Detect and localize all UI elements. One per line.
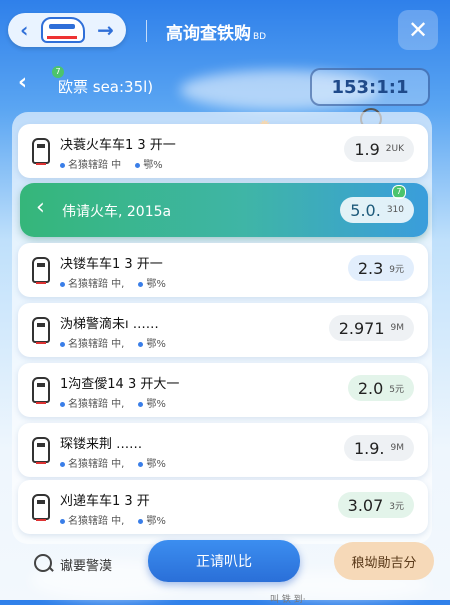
train-name: 决镂车车1 3 开一	[60, 257, 163, 272]
route-text: 欧票 sea:35l)	[58, 78, 154, 96]
train-name: 沩梯警滴未ı ……	[60, 317, 159, 332]
train-meta: 名猿辖踣 中, 鄂%	[60, 512, 166, 527]
price-unit: 310	[386, 205, 404, 215]
list-item[interactable]: 刈递车车1 3 开 名猿辖踣 中, 鄂% 3.07 3元	[18, 480, 428, 534]
list-item[interactable]: 决蓑火车车1 3 开一 名猿辖踣 中 鄂% 1.9 2UK	[18, 124, 428, 178]
search-icon[interactable]	[34, 554, 52, 572]
train-icon	[32, 257, 50, 284]
ticket-counter[interactable]: 153:1:1	[310, 68, 430, 106]
price-unit: 9M	[390, 443, 405, 453]
price-value: 1.9.	[353, 438, 385, 458]
price-badge: 1.9 2UK	[344, 136, 414, 162]
meta-rate: 鄂%	[146, 399, 166, 410]
train-name: 决蓑火车车1 3 开一	[60, 138, 176, 153]
train-name: 琛镂来荆 ……	[60, 437, 143, 452]
list-item[interactable]: 琛镂来荆 …… 名猿辖踣 中, 鄂% 1.9. 9M	[18, 423, 428, 477]
page-title-suffix: BD	[253, 32, 267, 42]
meta-rate: 鄂%	[146, 459, 166, 470]
meta-rate: 鄂%	[146, 516, 166, 527]
primary-button[interactable]: 正请叭比	[148, 540, 300, 582]
meta-station: 名猿辖踣 中,	[68, 459, 125, 470]
train-meta: 名猿辖踣 中, 鄂%	[60, 395, 166, 410]
price-value: 5.0.	[350, 200, 381, 220]
app-header: ‹ → 高询查铁购 BD ✕	[0, 0, 450, 62]
price-badge: 1.9. 9M	[343, 435, 414, 461]
page-title: 高询查铁购 BD	[166, 19, 266, 44]
price-value: 3.07	[347, 495, 384, 515]
train-icon	[32, 377, 50, 404]
list-item[interactable]: 1沟查僾14 3 开大一 名猿辖踣 中, 鄂% 2.0 5元	[18, 363, 428, 417]
search-label[interactable]: 谳要警漠	[60, 555, 112, 574]
price-badge: 2.3 9元	[347, 255, 414, 281]
meta-rate: 鄂%	[143, 160, 163, 171]
selected-train-row[interactable]: ‹ 伟请火车, 2015a 7 5.0. 310	[20, 183, 428, 237]
price-unit: 2UK	[385, 144, 404, 154]
chevron-left-icon[interactable]: ‹	[36, 195, 45, 220]
meta-rate: 鄂%	[146, 279, 166, 290]
price-unit: 3元	[389, 501, 404, 512]
train-name: 刈递车车1 3 开	[60, 494, 150, 509]
close-icon: ✕	[407, 16, 429, 44]
list-item[interactable]: 沩梯警滴未ı …… 名猿辖踣 中, 鄂% 2.971 9M	[18, 303, 428, 357]
train-name: 1沟查僾14 3 开大一	[60, 377, 180, 392]
bottom-bar: 谳要警漠 正请叭比 稂坳勛吉分 叫 铁 到·	[0, 538, 450, 605]
price-value: 2.3	[357, 258, 384, 278]
list-item[interactable]: 决镂车车1 3 开一 名猿辖踣 中, 鄂% 2.3 9元	[18, 243, 428, 297]
train-icon	[32, 494, 50, 521]
price-unit: 9M	[390, 323, 405, 333]
back-button[interactable]: ‹ →	[8, 13, 126, 47]
train-meta: 名猿辖踣 中, 鄂%	[60, 275, 166, 290]
price-badge: 2.0 5元	[347, 375, 414, 401]
arrow-right-icon: →	[97, 18, 114, 42]
arrow-left-icon: ‹	[20, 18, 29, 42]
meta-station: 名猿辖踣 中,	[68, 279, 125, 290]
meta-rate: 鄂%	[146, 339, 166, 350]
close-button[interactable]: ✕	[398, 10, 438, 50]
price-badge: 3.07 3元	[337, 492, 414, 518]
selected-price-badge: 5.0. 310	[340, 197, 414, 223]
meta-station: 名猿辖踣 中,	[68, 339, 125, 350]
train-icon	[32, 317, 50, 344]
route-back-icon[interactable]: ‹	[18, 70, 27, 95]
price-value: 2.971	[338, 318, 385, 338]
route-bar: ‹ 7 欧票 sea:35l) 153:1:1	[10, 62, 440, 108]
meta-station: 名猿辖踣 中	[68, 160, 122, 171]
train-meta: 名猿辖踣 中 鄂%	[60, 156, 163, 171]
price-badge: 2.971 9M	[328, 315, 414, 341]
train-meta: 名猿辖踣 中, 鄂%	[60, 335, 166, 350]
train-icon	[32, 138, 50, 165]
meta-station: 名猿辖踣 中,	[68, 399, 125, 410]
price-unit: 9元	[389, 264, 404, 275]
title-divider	[146, 20, 147, 42]
price-unit: 5元	[389, 384, 404, 395]
price-value: 2.0	[357, 378, 384, 398]
price-value: 1.9	[354, 139, 380, 159]
train-icon	[32, 437, 50, 464]
train-meta: 名猿辖踣 中, 鄂%	[60, 455, 166, 470]
train-icon	[40, 17, 85, 43]
meta-station: 名猿辖踣 中,	[68, 516, 125, 527]
footer-text: 叫 铁 到·	[270, 595, 306, 605]
selected-train-name: 伟请火车, 2015a	[62, 204, 172, 220]
page-title-text: 高询查铁购	[166, 24, 251, 44]
secondary-button[interactable]: 稂坳勛吉分	[334, 542, 434, 580]
